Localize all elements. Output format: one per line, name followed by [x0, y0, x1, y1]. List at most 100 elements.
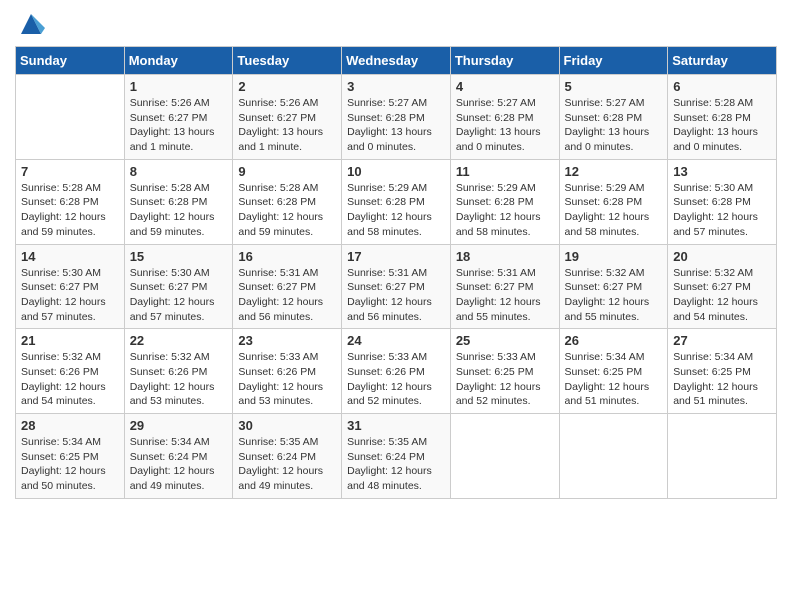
calendar-cell: 26Sunrise: 5:34 AMSunset: 6:25 PMDayligh…: [559, 329, 668, 414]
day-number: 18: [456, 249, 554, 264]
day-number: 29: [130, 418, 228, 433]
day-number: 7: [21, 164, 119, 179]
day-number: 4: [456, 79, 554, 94]
calendar-cell: 25 Sunrise: 5:33 AMSunset: 6:25 PMDayligh…: [450, 329, 559, 414]
weekday-header-row: SundayMondayTuesdayWednesdayThursdayFrid…: [16, 47, 777, 75]
page-header: [15, 10, 777, 38]
calendar-cell: 8 Sunrise: 5:28 AMSunset: 6:28 PMDaylight…: [124, 159, 233, 244]
calendar-cell: 1 Sunrise: 5:26 AMSunset: 6:27 PMDaylight…: [124, 75, 233, 160]
calendar-cell: [450, 414, 559, 499]
calendar-cell: 22 Sunrise: 5:32 AMSunset: 6:26 PMDayligh…: [124, 329, 233, 414]
calendar-cell: [559, 414, 668, 499]
day-number: 13: [673, 164, 771, 179]
day-info: Sunrise: 5:32 AMSunset: 6:26 PMDaylight:…: [130, 350, 228, 409]
day-number: 5: [565, 79, 663, 94]
calendar-cell: 21 Sunrise: 5:32 AMSunset: 6:26 PMDayligh…: [16, 329, 125, 414]
calendar-cell: 29Sunrise: 5:34 AMSunset: 6:24 PMDayligh…: [124, 414, 233, 499]
calendar-cell: 28 Sunrise: 5:34 AMSunset: 6:25 PMDayligh…: [16, 414, 125, 499]
calendar-cell: 30 Sunrise: 5:35 AMSunset: 6:24 PMDayligh…: [233, 414, 342, 499]
day-info: Sunrise: 5:27 AMSunset: 6:28 PMDaylight:…: [456, 96, 554, 155]
day-info: Sunrise: 5:28 AMSunset: 6:28 PMDaylight:…: [238, 181, 336, 240]
day-number: 17: [347, 249, 445, 264]
calendar-cell: 16 Sunrise: 5:31 AMSunset: 6:27 PMDayligh…: [233, 244, 342, 329]
calendar-cell: [16, 75, 125, 160]
calendar-cell: 10Sunrise: 5:29 AMSunset: 6:28 PMDayligh…: [342, 159, 451, 244]
calendar-cell: 13 Sunrise: 5:30 AMSunset: 6:28 PMDayligh…: [668, 159, 777, 244]
weekday-header-thursday: Thursday: [450, 47, 559, 75]
day-number: 1: [130, 79, 228, 94]
day-info: Sunrise: 5:29 AMSunset: 6:28 PMDaylight:…: [565, 181, 663, 240]
logo: [15, 10, 45, 38]
calendar-cell: 24Sunrise: 5:33 AMSunset: 6:26 PMDayligh…: [342, 329, 451, 414]
day-number: 10: [347, 164, 445, 179]
day-number: 19: [565, 249, 663, 264]
calendar-week-row: 1 Sunrise: 5:26 AMSunset: 6:27 PMDaylight…: [16, 75, 777, 160]
weekday-header-monday: Monday: [124, 47, 233, 75]
day-info: Sunrise: 5:27 AMSunset: 6:28 PMDaylight:…: [565, 96, 663, 155]
weekday-header-sunday: Sunday: [16, 47, 125, 75]
logo-icon: [17, 10, 45, 38]
day-number: 31: [347, 418, 445, 433]
day-number: 11: [456, 164, 554, 179]
day-number: 12: [565, 164, 663, 179]
day-info: Sunrise: 5:35 AMSunset: 6:24 PMDaylight:…: [347, 435, 445, 494]
day-info: Sunrise: 5:32 AMSunset: 6:27 PMDaylight:…: [565, 266, 663, 325]
day-info: Sunrise: 5:34 AMSunset: 6:25 PMDaylight:…: [21, 435, 119, 494]
weekday-header-tuesday: Tuesday: [233, 47, 342, 75]
day-number: 26: [565, 333, 663, 348]
calendar-cell: 20 Sunrise: 5:32 AMSunset: 6:27 PMDayligh…: [668, 244, 777, 329]
day-info: Sunrise: 5:30 AMSunset: 6:28 PMDaylight:…: [673, 181, 771, 240]
calendar-cell: 4 Sunrise: 5:27 AMSunset: 6:28 PMDaylight…: [450, 75, 559, 160]
calendar-cell: 23 Sunrise: 5:33 AMSunset: 6:26 PMDayligh…: [233, 329, 342, 414]
calendar-week-row: 14 Sunrise: 5:30 AMSunset: 6:27 PMDayligh…: [16, 244, 777, 329]
day-number: 8: [130, 164, 228, 179]
day-number: 20: [673, 249, 771, 264]
calendar-cell: 19 Sunrise: 5:32 AMSunset: 6:27 PMDayligh…: [559, 244, 668, 329]
calendar-week-row: 28 Sunrise: 5:34 AMSunset: 6:25 PMDayligh…: [16, 414, 777, 499]
day-info: Sunrise: 5:30 AMSunset: 6:27 PMDaylight:…: [21, 266, 119, 325]
weekday-header-wednesday: Wednesday: [342, 47, 451, 75]
day-number: 6: [673, 79, 771, 94]
calendar-week-row: 21 Sunrise: 5:32 AMSunset: 6:26 PMDayligh…: [16, 329, 777, 414]
calendar-week-row: 7 Sunrise: 5:28 AMSunset: 6:28 PMDaylight…: [16, 159, 777, 244]
day-info: Sunrise: 5:34 AMSunset: 6:25 PMDaylight:…: [673, 350, 771, 409]
calendar-cell: 3 Sunrise: 5:27 AMSunset: 6:28 PMDaylight…: [342, 75, 451, 160]
day-info: Sunrise: 5:28 AMSunset: 6:28 PMDaylight:…: [673, 96, 771, 155]
day-info: Sunrise: 5:26 AMSunset: 6:27 PMDaylight:…: [238, 96, 336, 155]
day-info: Sunrise: 5:32 AMSunset: 6:27 PMDaylight:…: [673, 266, 771, 325]
day-info: Sunrise: 5:32 AMSunset: 6:26 PMDaylight:…: [21, 350, 119, 409]
day-number: 27: [673, 333, 771, 348]
day-info: Sunrise: 5:28 AMSunset: 6:28 PMDaylight:…: [130, 181, 228, 240]
day-number: 14: [21, 249, 119, 264]
day-number: 23: [238, 333, 336, 348]
day-info: Sunrise: 5:31 AMSunset: 6:27 PMDaylight:…: [238, 266, 336, 325]
calendar-cell: 14 Sunrise: 5:30 AMSunset: 6:27 PMDayligh…: [16, 244, 125, 329]
calendar-table: SundayMondayTuesdayWednesdayThursdayFrid…: [15, 46, 777, 499]
day-number: 30: [238, 418, 336, 433]
day-number: 25: [456, 333, 554, 348]
calendar-cell: 7Sunrise: 5:28 AMSunset: 6:28 PMDaylight…: [16, 159, 125, 244]
calendar-cell: 2 Sunrise: 5:26 AMSunset: 6:27 PMDaylight…: [233, 75, 342, 160]
calendar-cell: 12 Sunrise: 5:29 AMSunset: 6:28 PMDayligh…: [559, 159, 668, 244]
day-number: 28: [21, 418, 119, 433]
calendar-cell: [668, 414, 777, 499]
day-info: Sunrise: 5:33 AMSunset: 6:26 PMDaylight:…: [238, 350, 336, 409]
day-info: Sunrise: 5:30 AMSunset: 6:27 PMDaylight:…: [130, 266, 228, 325]
day-info: Sunrise: 5:26 AMSunset: 6:27 PMDaylight:…: [130, 96, 228, 155]
weekday-header-saturday: Saturday: [668, 47, 777, 75]
day-info: Sunrise: 5:31 AMSunset: 6:27 PMDaylight:…: [347, 266, 445, 325]
calendar-cell: 11Sunrise: 5:29 AMSunset: 6:28 PMDayligh…: [450, 159, 559, 244]
day-number: 3: [347, 79, 445, 94]
calendar-cell: 18Sunrise: 5:31 AMSunset: 6:27 PMDayligh…: [450, 244, 559, 329]
day-number: 9: [238, 164, 336, 179]
weekday-header-friday: Friday: [559, 47, 668, 75]
day-number: 22: [130, 333, 228, 348]
day-number: 21: [21, 333, 119, 348]
day-info: Sunrise: 5:33 AMSunset: 6:25 PMDaylight:…: [456, 350, 554, 409]
day-info: Sunrise: 5:27 AMSunset: 6:28 PMDaylight:…: [347, 96, 445, 155]
day-number: 16: [238, 249, 336, 264]
day-number: 2: [238, 79, 336, 94]
day-info: Sunrise: 5:35 AMSunset: 6:24 PMDaylight:…: [238, 435, 336, 494]
day-number: 15: [130, 249, 228, 264]
calendar-cell: 31 Sunrise: 5:35 AMSunset: 6:24 PMDayligh…: [342, 414, 451, 499]
